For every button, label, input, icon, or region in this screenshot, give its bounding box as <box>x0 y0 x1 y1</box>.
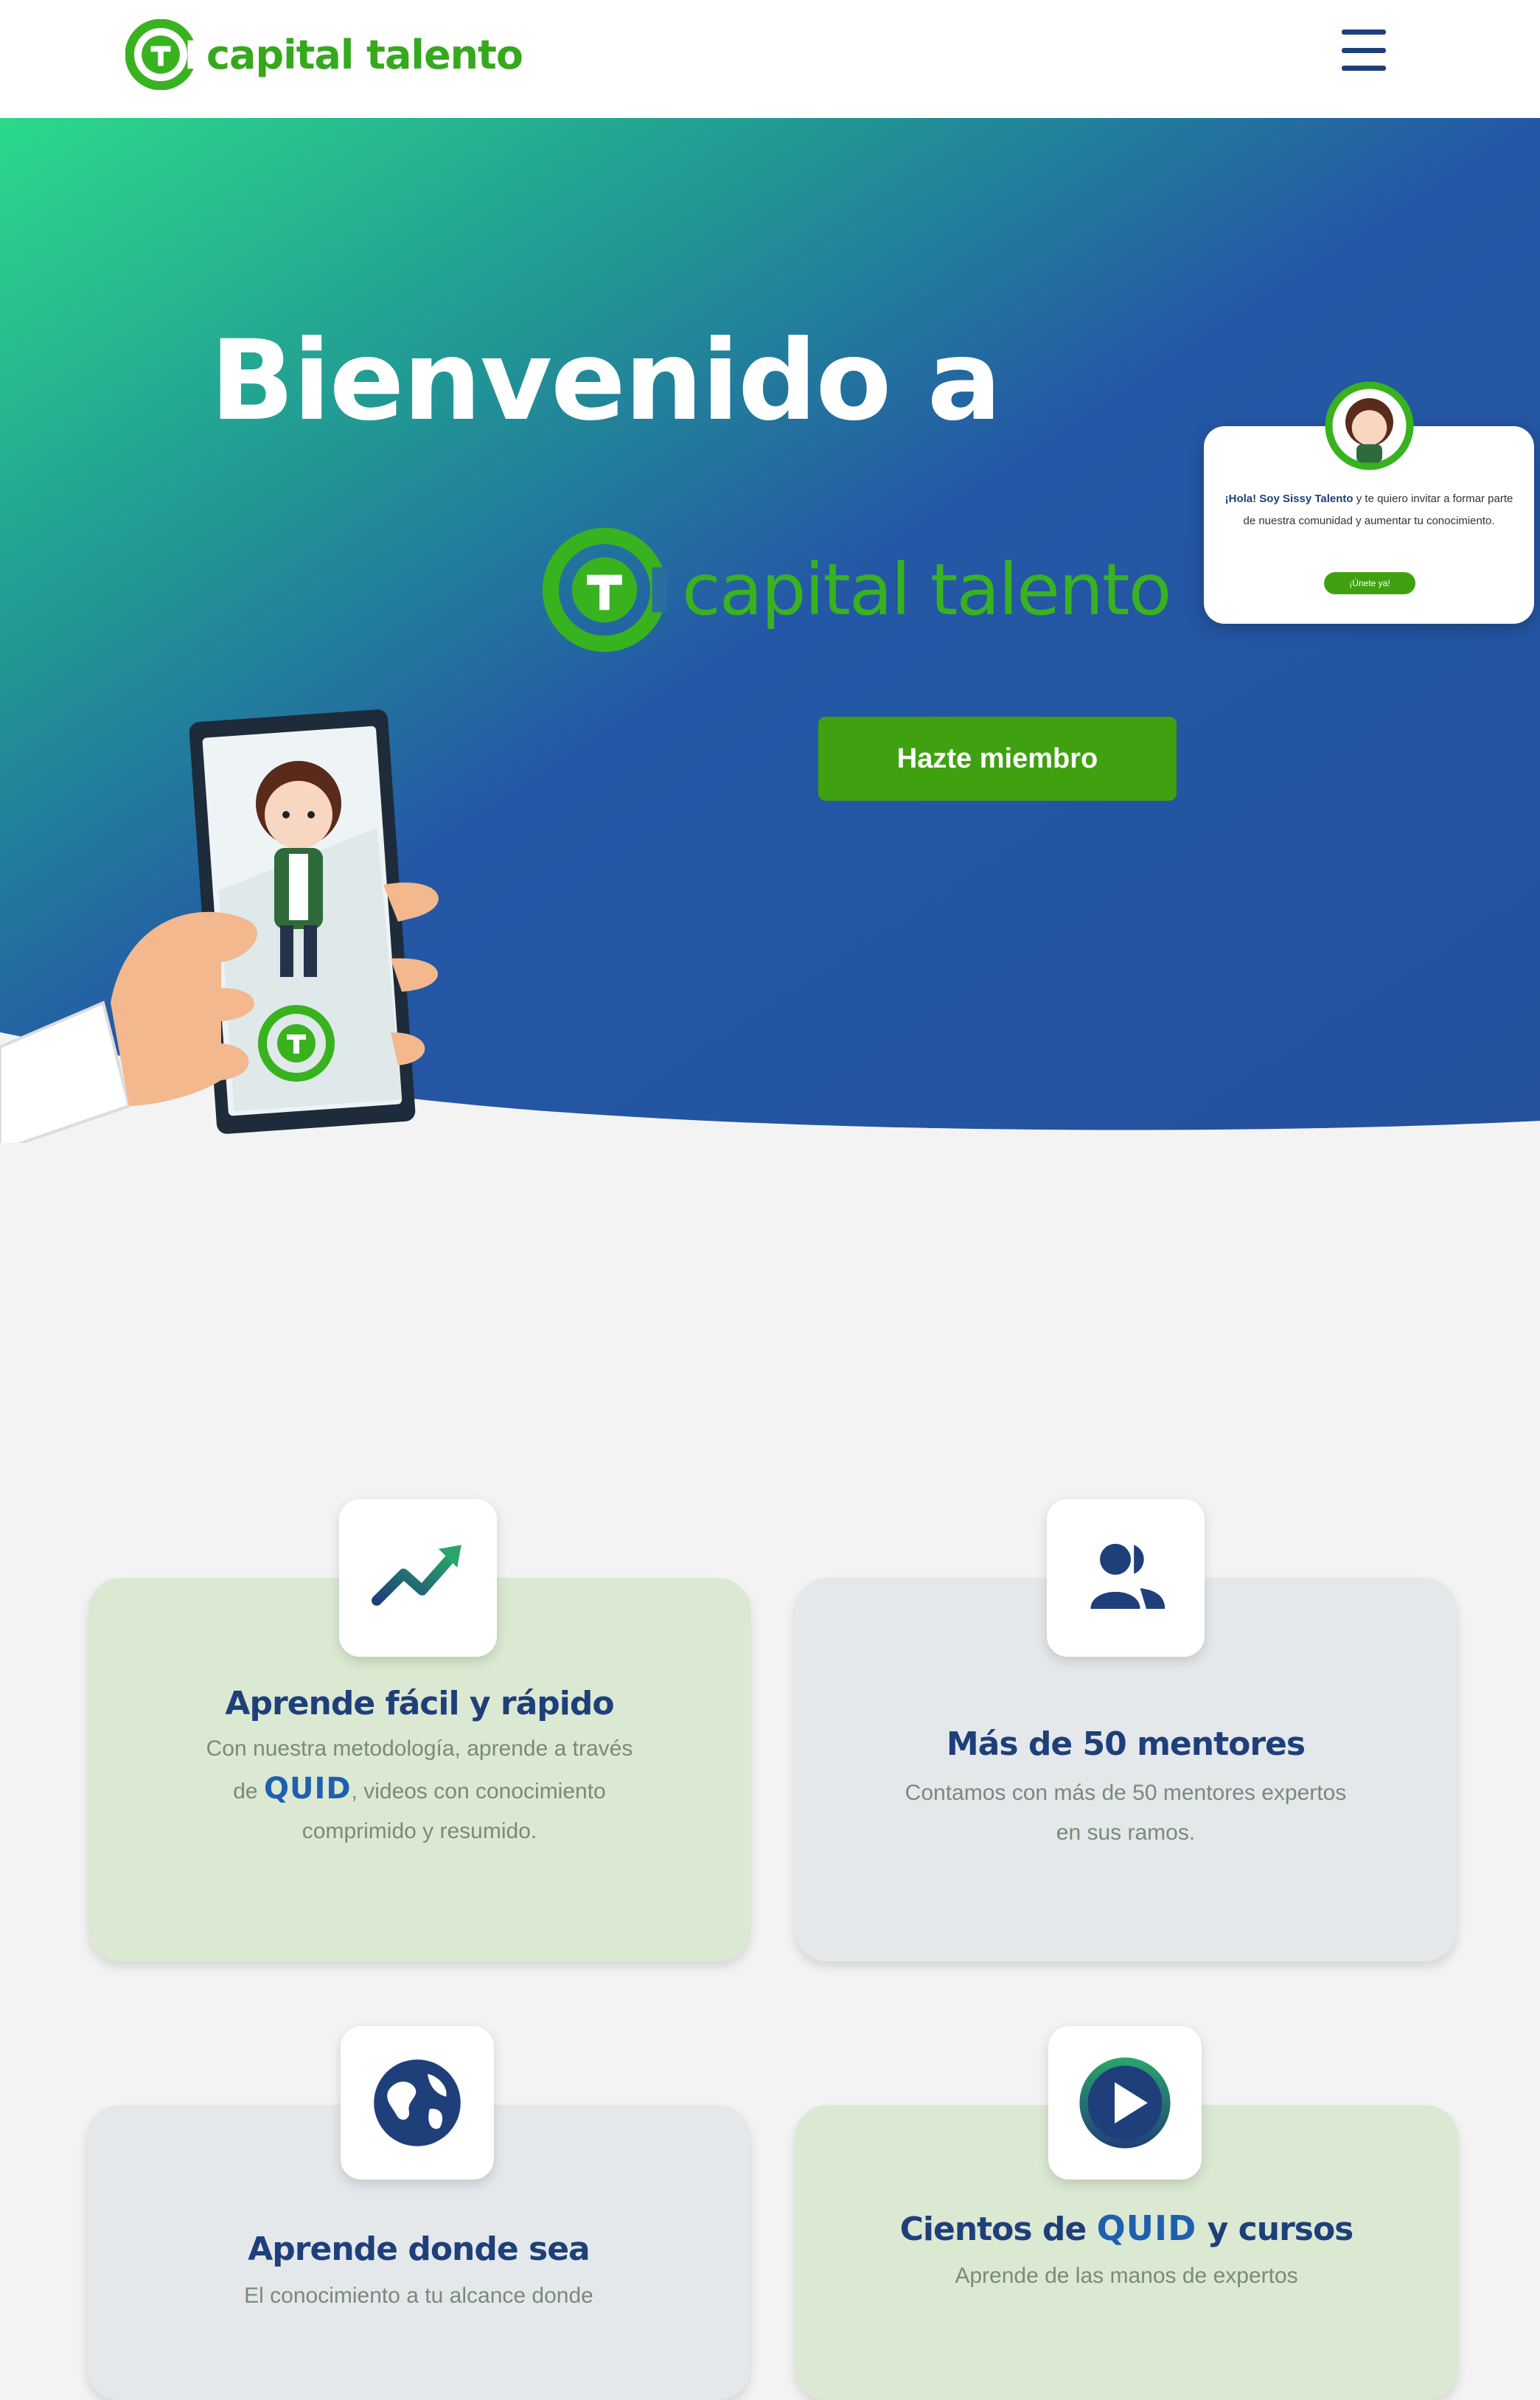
hero-title: Bienvenido a <box>210 317 1002 445</box>
quid-brand: QUID <box>1096 2208 1197 2248</box>
hero-logo-text: capital talento <box>682 549 1171 631</box>
globe-icon <box>374 2059 461 2146</box>
feature-icon-box <box>1048 2026 1202 2180</box>
feature-title: Cientos de QUID y cursos <box>899 2208 1354 2248</box>
capital-talento-logo-icon <box>125 19 196 90</box>
feature-desc: Contamos con más de 50 mentores expertos… <box>905 1781 1347 1845</box>
chat-join-button[interactable]: ¡Únete ya! <box>1324 572 1415 594</box>
feature-icon-box <box>341 2026 494 2180</box>
feature-title: Aprende fácil y rápido <box>225 1685 614 1722</box>
chat-avatar <box>1325 381 1414 470</box>
header-logo-text: capital talento <box>206 31 523 78</box>
feature-desc: Con nuestra metodología, aprende a travé… <box>206 1736 633 1843</box>
phone-in-hand-illustration <box>0 709 439 1143</box>
header-logo[interactable]: capital talento <box>125 19 523 90</box>
join-button[interactable]: Hazte miembro <box>818 717 1177 801</box>
hero-logo: capital talento <box>542 527 1171 653</box>
chat-invite-greeting: ¡Hola! Soy Sissy Talento <box>1224 493 1353 505</box>
trending-up-icon <box>372 1545 461 1606</box>
play-icon <box>1079 2057 1171 2149</box>
capital-talento-logo-icon <box>542 527 667 653</box>
feature-icon-box <box>1047 1499 1205 1657</box>
feature-title: Más de 50 mentores <box>946 1725 1306 1763</box>
feature-icon-box <box>339 1499 497 1657</box>
feature-title: Aprende donde sea <box>248 2230 590 2268</box>
hero-section: Bienvenido a capital talento Hazte miemb… <box>0 118 1540 1143</box>
feature-desc: Aprende de las manos de expertos <box>955 2264 1298 2288</box>
chat-invite-text: ¡Hola! Soy Sissy Talento y te quiero inv… <box>1220 488 1518 532</box>
mentors-icon <box>1090 1543 1166 1609</box>
site-header: capital talento <box>0 0 1540 118</box>
feature-desc: El conocimiento a tu alcance donde <box>244 2284 593 2308</box>
hamburger-menu-icon[interactable] <box>1342 29 1386 71</box>
quid-brand: QUID <box>263 1772 352 1806</box>
